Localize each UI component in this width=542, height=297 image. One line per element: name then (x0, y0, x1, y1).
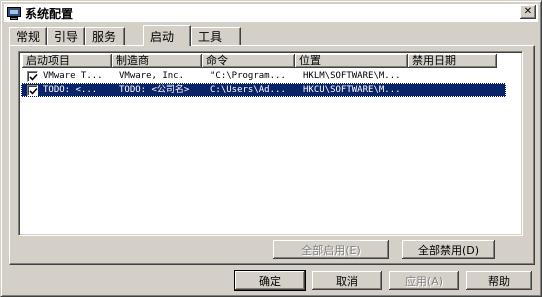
computer-icon (7, 6, 21, 20)
checkmark-icon (29, 73, 38, 81)
tab-general[interactable]: 常规 (9, 27, 47, 45)
item-name: TODO: <... (43, 85, 98, 95)
item-manufacturer: TODO: <公司名> (119, 85, 190, 95)
column-header-item[interactable]: 启动项目 (22, 54, 112, 68)
table-row-selected[interactable]: TODO: <... TODO: <公司名> C:\Users\Ad... HK… (21, 83, 506, 97)
system-config-window: 系统配置 ✕ 常规 引导 服务 启动 工具 启动项目 制造商 命令 位置 禁用日… (0, 0, 542, 297)
table-row[interactable]: VMware T... VMware, Inc. "C:\Program... … (21, 69, 506, 83)
tab-tools[interactable]: 工具 (191, 27, 241, 45)
startup-item-checkbox[interactable] (27, 85, 38, 96)
column-header-location[interactable]: 位置 (295, 54, 408, 68)
window-title: 系统配置 (25, 6, 74, 21)
title-bar: 系统配置 ✕ (4, 4, 538, 22)
item-command: C:\Users\Ad... (210, 85, 286, 95)
tab-services[interactable]: 服务 (85, 27, 125, 45)
startup-item-checkbox[interactable] (27, 71, 38, 82)
apply-button[interactable]: 应用(A) (389, 271, 459, 290)
item-manufacturer: VMware, Inc. (119, 71, 185, 81)
tab-boot[interactable]: 引导 (47, 27, 85, 45)
close-button[interactable]: ✕ (520, 5, 536, 19)
item-command: "C:\Program... (210, 71, 286, 81)
cancel-button[interactable]: 取消 (312, 271, 382, 290)
help-button[interactable]: 帮助 (466, 271, 532, 290)
tab-startup[interactable]: 启动 (143, 25, 191, 46)
close-icon: ✕ (523, 6, 533, 17)
item-location: HKLM\SOFTWARE\M... (303, 71, 401, 81)
item-name: VMware T... (43, 71, 103, 81)
column-header-disabled-date[interactable]: 禁用日期 (408, 54, 497, 68)
disable-all-button[interactable]: 全部禁用(D) (402, 240, 495, 259)
column-header-manufacturer[interactable]: 制造商 (112, 54, 202, 68)
checkmark-icon (29, 87, 38, 95)
item-location: HKCU\SOFTWARE\M... (303, 85, 401, 95)
startup-list[interactable]: 启动项目 制造商 命令 位置 禁用日期 VMware T... VMware, … (18, 51, 523, 236)
enable-all-button[interactable]: 全部启用(E) (273, 240, 389, 259)
ok-button[interactable]: 确定 (234, 270, 306, 291)
column-header-command[interactable]: 命令 (202, 54, 295, 68)
